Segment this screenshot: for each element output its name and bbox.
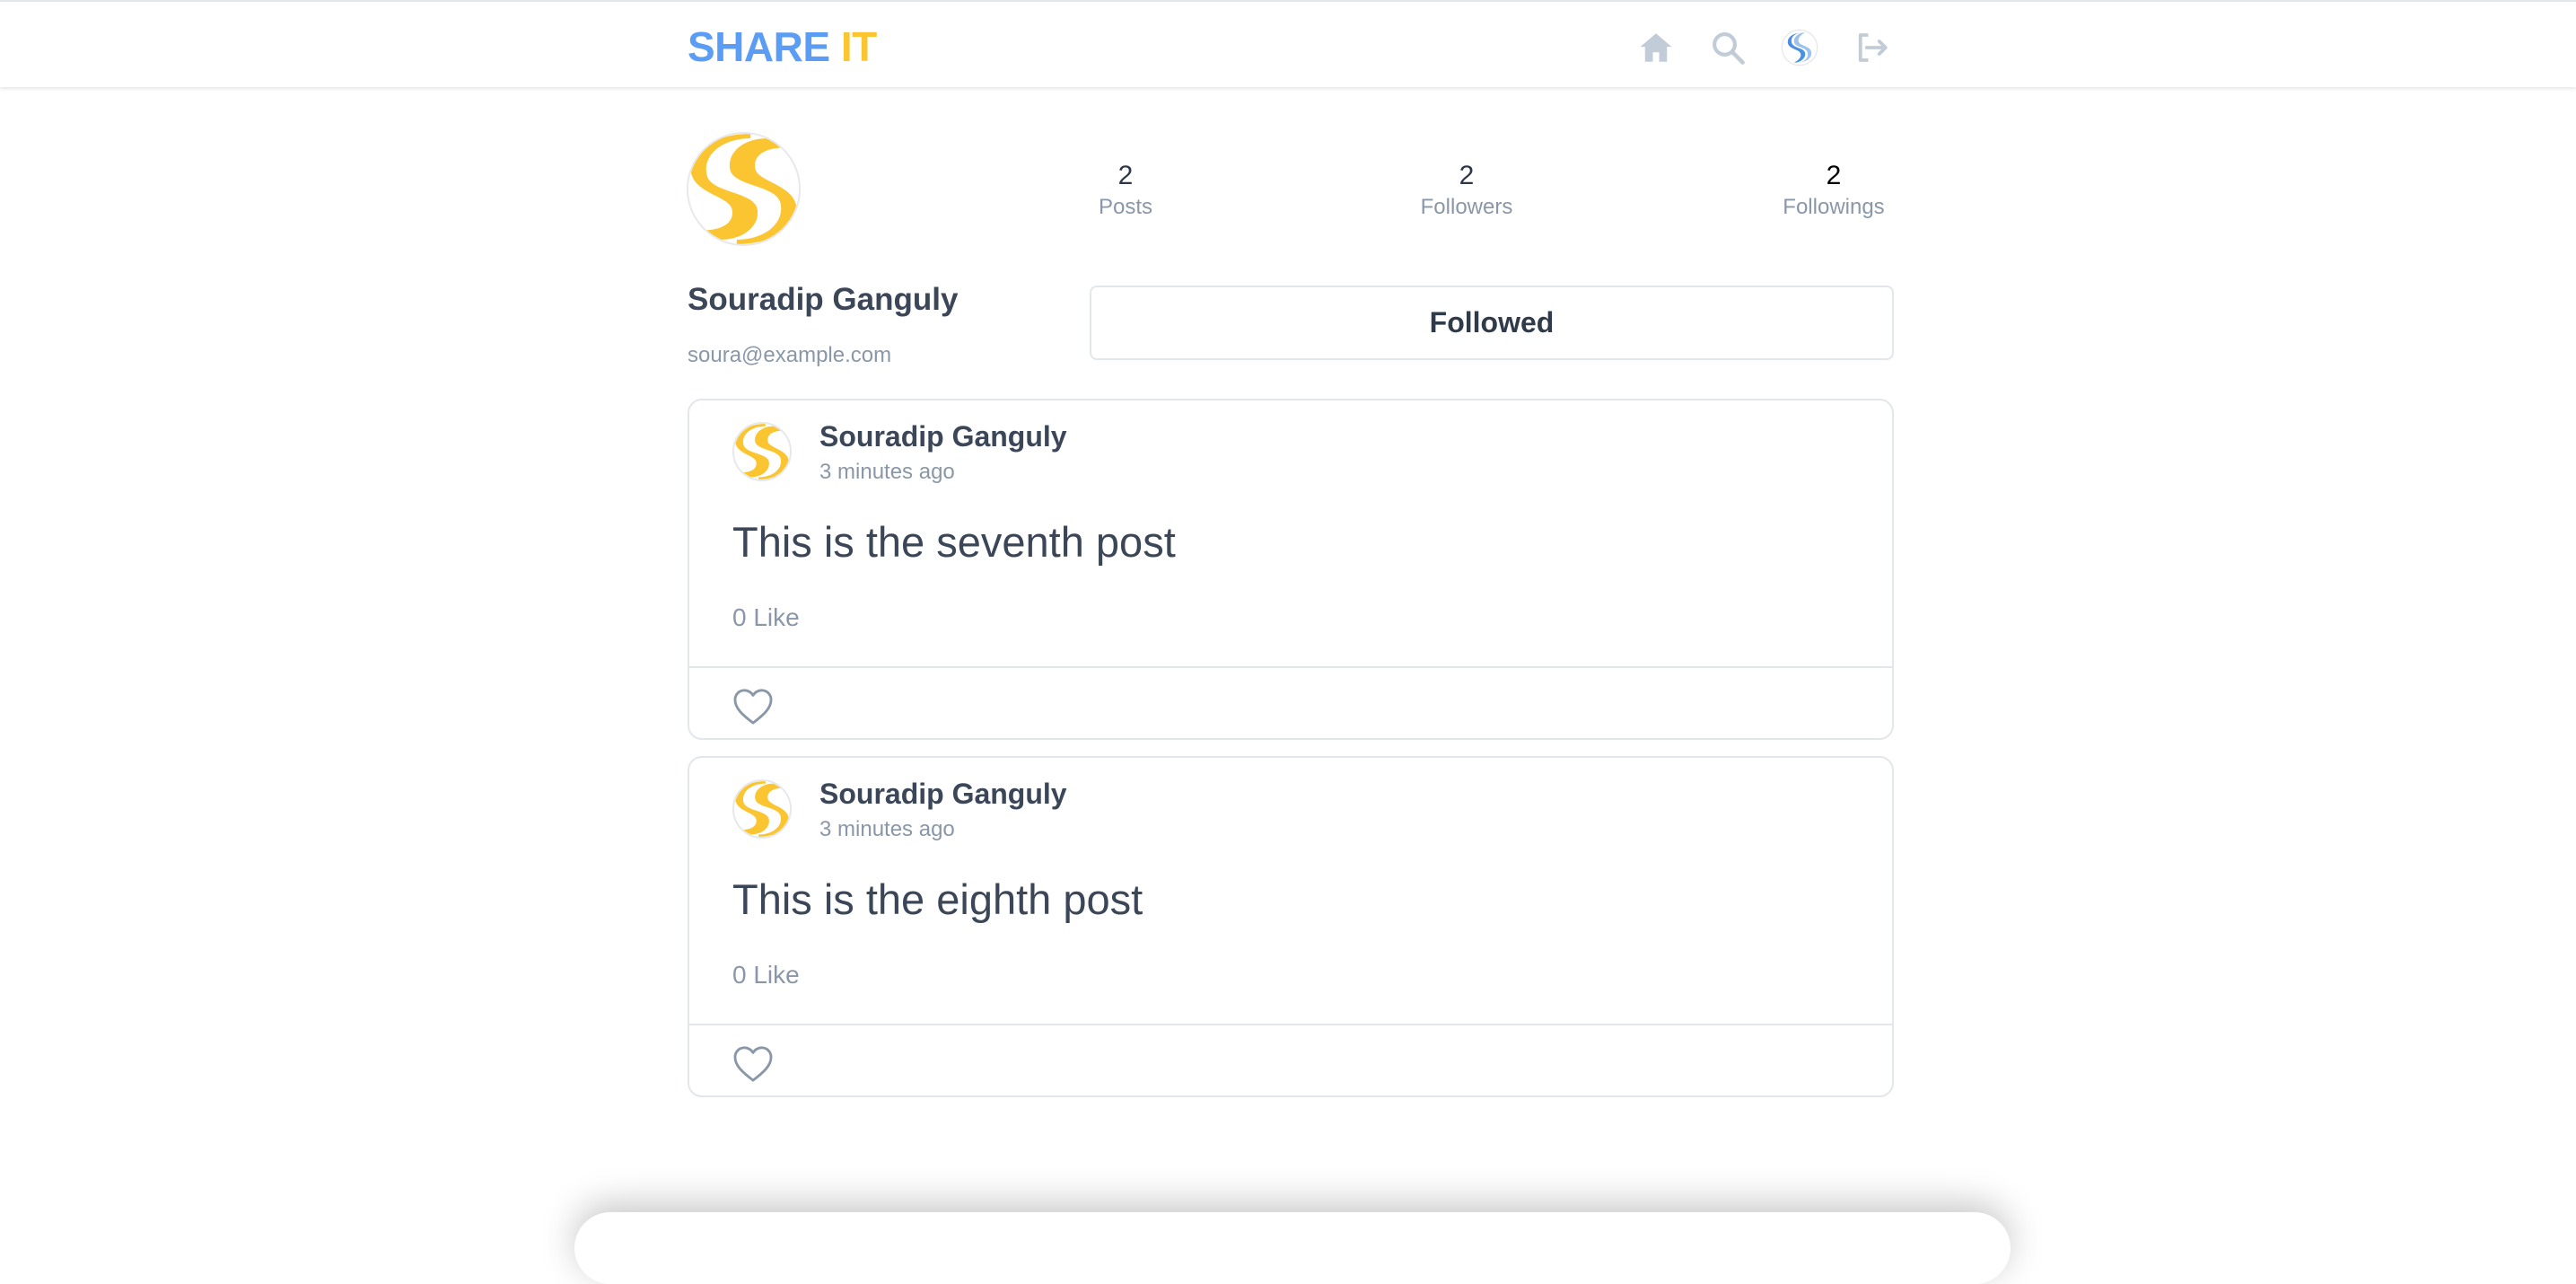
profile-avatar-icon[interactable]: [1781, 29, 1818, 66]
stat-followings-value: 2: [1826, 161, 1842, 190]
like-heart-icon[interactable]: [732, 688, 774, 726]
profile-email: soura@example.com: [688, 343, 892, 367]
stat-followers-label: Followers: [1420, 195, 1513, 219]
post-content: This is the seventh post: [732, 518, 1176, 566]
profile-name: Souradip Ganguly: [688, 282, 959, 317]
post-divider: [689, 1024, 1892, 1025]
post-timestamp: 3 minutes ago: [819, 460, 955, 484]
stat-followings-label: Followings: [1783, 195, 1885, 219]
bottom-overlay-shadow: [574, 1212, 2011, 1284]
follow-button[interactable]: Followed: [1090, 286, 1894, 360]
top-nav-bar: SHARE IT: [0, 0, 2576, 87]
post-card: Souradip Ganguly 3 minutes ago This is t…: [688, 756, 1894, 1097]
stat-followers[interactable]: 2 Followers: [1415, 160, 1519, 221]
stat-posts-value: 2: [1117, 161, 1134, 190]
stat-followings[interactable]: 2 Followings: [1775, 160, 1892, 221]
stat-posts-label: Posts: [1098, 195, 1153, 219]
post-author-name[interactable]: Souradip Ganguly: [819, 420, 1067, 453]
search-icon[interactable]: [1709, 29, 1747, 66]
post-author-avatar[interactable]: [732, 422, 792, 481]
post-card: Souradip Ganguly 3 minutes ago This is t…: [688, 399, 1894, 740]
post-timestamp: 3 minutes ago: [819, 817, 955, 841]
post-like-count: 0 Like: [732, 961, 800, 989]
home-icon[interactable]: [1637, 29, 1675, 66]
logout-icon[interactable]: [1853, 29, 1890, 66]
brand-logo-part2: IT: [840, 23, 877, 70]
stat-followers-value: 2: [1459, 161, 1475, 190]
post-content: This is the eighth post: [732, 875, 1143, 923]
profile-avatar: [687, 132, 801, 246]
post-author-name[interactable]: Souradip Ganguly: [819, 778, 1067, 811]
post-like-count: 0 Like: [732, 603, 800, 631]
post-author-avatar[interactable]: [732, 779, 792, 839]
like-heart-icon[interactable]: [732, 1045, 774, 1083]
brand-logo-part1: SHARE: [688, 23, 830, 70]
post-divider: [689, 666, 1892, 668]
stat-posts: 2 Posts: [1090, 160, 1161, 221]
brand-logo[interactable]: SHARE IT: [688, 23, 877, 70]
